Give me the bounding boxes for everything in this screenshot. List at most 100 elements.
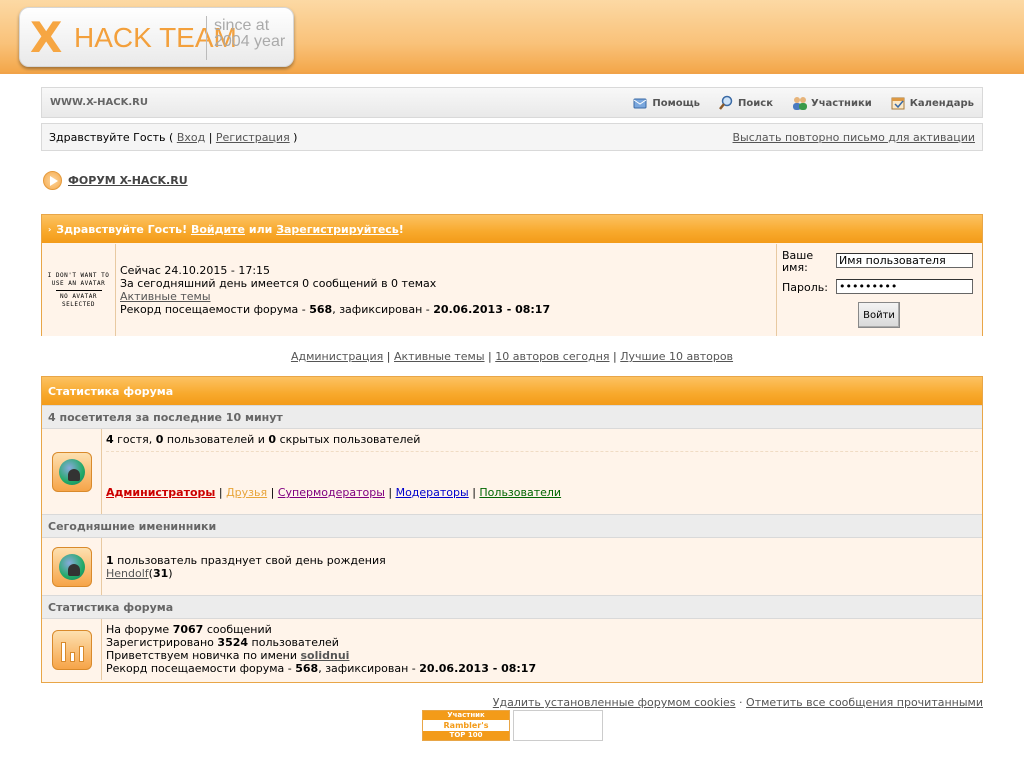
login-button[interactable]: Войти	[858, 302, 900, 328]
arrow-right-icon	[43, 171, 62, 190]
birthdays-text: 1 пользователь празднует свой день рожде…	[106, 554, 386, 580]
stats-record-date: 20.06.2013 - 08:17	[419, 662, 537, 675]
newbie-user-link[interactable]: solidnui	[300, 649, 349, 662]
site-counter[interactable]	[513, 710, 603, 741]
avatar-line2: NO AVATAR SELECTED	[59, 292, 97, 308]
users-count: 0	[155, 433, 164, 446]
calendar-icon	[890, 95, 906, 111]
birthdays-subheader: Сегодняшние именинники	[42, 514, 982, 538]
admin-link[interactable]: Администрация	[291, 350, 383, 363]
welcome-info: Сейчас 24.10.2015 - 17:15 За сегодняшний…	[120, 264, 550, 316]
help-icon	[632, 95, 648, 111]
rambler-line1: Участник	[423, 711, 509, 720]
group-mods-link[interactable]: Модераторы	[396, 486, 469, 499]
resend-activation-link[interactable]: Выслать повторно письмо для активации	[733, 131, 975, 144]
registered-line: Зарегистрировано 3524 пользователей	[106, 636, 536, 649]
nav-calendar-link[interactable]: Календарь	[890, 95, 974, 111]
posts-count: 7067	[172, 623, 204, 636]
greeting: Здравствуйте Гость ( Вход | Регистрация …	[49, 131, 298, 144]
logo-x-mark: X	[30, 13, 63, 62]
welcome-header: › Здравствуйте Гость! Войдите или Зареги…	[42, 215, 982, 243]
birthdays-row: 1 пользователь празднует свой день рожде…	[42, 538, 982, 595]
stats-record-mid: , зафиксирован -	[318, 662, 416, 675]
nav-search-label: Поиск	[738, 97, 773, 109]
birthday-user-age: 31	[152, 567, 169, 580]
site-header: X HACK TEAM since at 2004 year	[0, 0, 1024, 74]
welcome-login-link[interactable]: Войдите	[191, 223, 245, 236]
visitors-line: 4 гостя, 0 пользователей и 0 скрытых пол…	[106, 433, 420, 446]
online-users-icon	[51, 451, 92, 492]
nav-bar: WWW.X-HACK.RU Помощь Поиск Участники Кал…	[41, 87, 983, 118]
user-bar: Здравствуйте Гость ( Вход | Регистрация …	[41, 123, 983, 151]
welcome-box: › Здравствуйте Гость! Войдите или Зареги…	[41, 214, 983, 336]
stats-header: Статистика форума	[42, 377, 982, 405]
nav-help-label: Помощь	[652, 97, 701, 109]
best-authors-link[interactable]: Лучшие 10 авторов	[620, 350, 733, 363]
group-users-link[interactable]: Пользователи	[479, 486, 561, 499]
nav-links: Помощь Поиск Участники Календарь	[632, 95, 974, 111]
forum-stats-box: Статистика форума 4 посетителя за послед…	[41, 376, 983, 683]
hidden-text: скрытых пользователей	[279, 433, 421, 446]
delete-cookies-link[interactable]: Удалить установленные форумом cookies	[493, 696, 736, 709]
nav-help-link[interactable]: Помощь	[632, 95, 700, 111]
nav-members-link[interactable]: Участники	[791, 95, 872, 111]
nav-calendar-label: Календарь	[909, 97, 974, 109]
reg-suffix: пользователей	[251, 636, 339, 649]
posts-line: На форуме 7067 сообщений	[106, 623, 536, 636]
record-line: Рекорд посещаемости форума - 568, зафикс…	[120, 303, 550, 316]
site-logo[interactable]: X HACK TEAM since at 2004 year	[19, 7, 294, 67]
rambler-top100-badge[interactable]: Участник Rambler's TOP 100	[422, 710, 510, 741]
welcome-head-or: или	[248, 222, 273, 236]
rambler-line3: TOP 100	[423, 731, 509, 740]
site-name: WWW.X-HACK.RU	[50, 97, 148, 108]
divider	[106, 451, 978, 452]
avatar: I DON'T WANT TO USE AN AVATAR NO AVATAR …	[42, 244, 116, 336]
members-icon	[791, 95, 807, 111]
forum-stats-subheader: Статистика форума	[42, 595, 982, 619]
newbie-line: Приветствуем новичка по имени solidnui	[106, 649, 536, 662]
posts-suffix: сообщений	[206, 623, 272, 636]
group-admins-link[interactable]: Администраторы	[106, 486, 215, 499]
record-prefix: Рекорд посещаемости форума -	[120, 303, 306, 316]
guests-text: гостя,	[117, 433, 153, 446]
hidden-count: 0	[268, 433, 277, 446]
active-topics-bottom-link[interactable]: Активные темы	[394, 350, 485, 363]
logo-since: since at 2004 year	[214, 17, 286, 50]
avatar-divider	[55, 289, 102, 291]
breadcrumb-forum-link[interactable]: ФОРУМ X-HACK.RU	[68, 174, 188, 187]
logo-separator	[206, 16, 207, 60]
reg-prefix: Зарегистрировано	[106, 636, 214, 649]
nav-search-link[interactable]: Поиск	[718, 95, 773, 111]
password-input[interactable]: •••••••••	[836, 279, 973, 294]
welcome-head-prefix: Здравствуйте Гость!	[56, 222, 188, 236]
bullet-icon: ›	[48, 224, 52, 234]
newbie-prefix: Приветствуем новичка по имени	[106, 649, 297, 662]
stats-record-line: Рекорд посещаемости форума - 568, зафикс…	[106, 662, 536, 675]
stats-record-count: 568	[295, 662, 319, 675]
register-link[interactable]: Регистрация	[216, 131, 290, 144]
forum-stats-text: На форуме 7067 сообщений Зарегистрирован…	[106, 623, 536, 675]
active-topics-link[interactable]: Активные темы	[120, 290, 211, 303]
birthday-users-icon	[51, 546, 92, 587]
record-mid: , зафиксирован -	[332, 303, 430, 316]
group-friends-link[interactable]: Друзья	[226, 486, 267, 499]
welcome-register-link[interactable]: Зарегистрируйтесь	[276, 223, 399, 236]
welcome-row: I DON'T WANT TO USE AN AVATAR NO AVATAR …	[42, 244, 982, 336]
group-supermods-link[interactable]: Супермодераторы	[278, 486, 385, 499]
bday-count: 1	[106, 554, 114, 567]
forum-stats-icon-cell	[42, 619, 102, 680]
login-link[interactable]: Вход	[177, 131, 205, 144]
breadcrumb: ФОРУМ X-HACK.RU	[43, 171, 188, 190]
mark-all-read-link[interactable]: Отметить все сообщения прочитанными	[746, 696, 983, 709]
forum-stats-row: На форуме 7067 сообщений Зарегистрирован…	[42, 619, 982, 680]
stats-record-prefix: Рекорд посещаемости форума -	[106, 662, 292, 675]
no-avatar-image: I DON'T WANT TO USE AN AVATAR NO AVATAR …	[48, 272, 110, 309]
guests-count: 4	[106, 433, 114, 446]
visitors-subheader: 4 посетителя за последние 10 минут	[42, 405, 982, 429]
footer-links: Удалить установленные форумом cookies · …	[492, 696, 983, 709]
birthday-user-link[interactable]: Hendolf	[106, 567, 149, 580]
username-input[interactable]: Имя пользователя	[836, 253, 973, 268]
top-today-link[interactable]: 10 авторов сегодня	[495, 350, 609, 363]
record-date: 20.06.2013 - 08:17	[433, 303, 551, 316]
nav-members-label: Участники	[810, 97, 872, 109]
